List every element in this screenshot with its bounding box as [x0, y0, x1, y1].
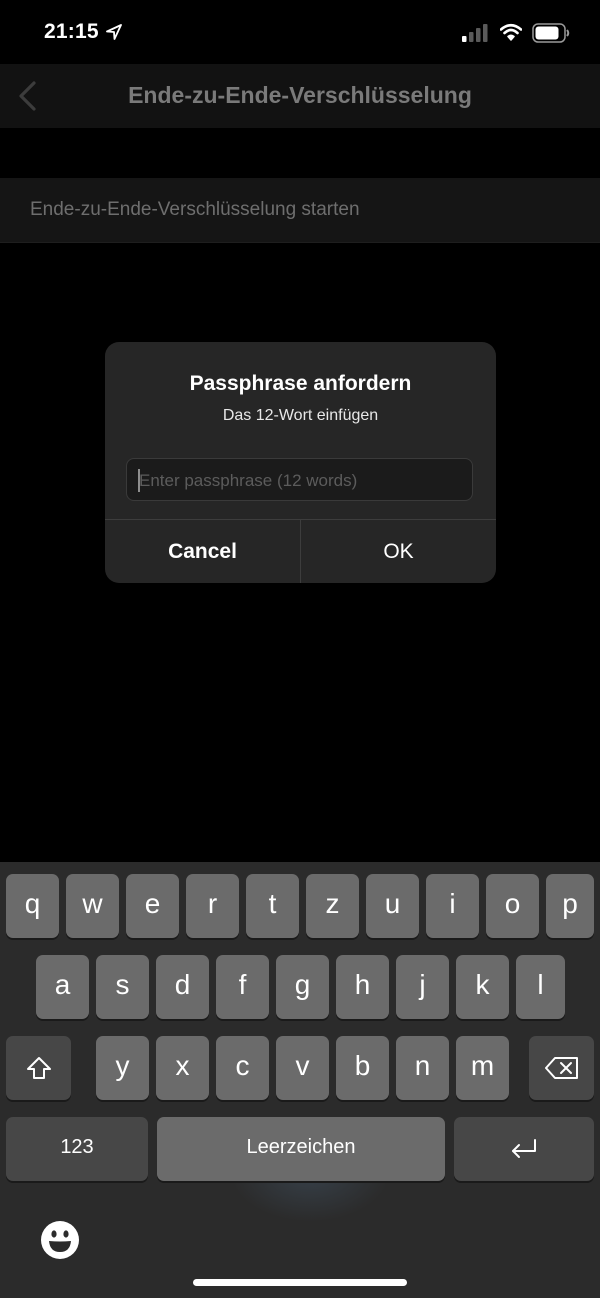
key-d[interactable]: d: [156, 955, 209, 1019]
key-r[interactable]: r: [186, 874, 239, 938]
wifi-icon: [500, 23, 522, 41]
key-b[interactable]: b: [336, 1036, 389, 1100]
key-m[interactable]: m: [456, 1036, 509, 1100]
passphrase-input[interactable]: Enter passphrase (12 words): [126, 458, 473, 501]
shift-arrow-icon: [26, 1057, 51, 1079]
cancel-button[interactable]: Cancel: [105, 520, 300, 583]
home-indicator: [193, 1279, 407, 1286]
delete-backward-icon: [544, 1057, 578, 1079]
backspace-key[interactable]: [529, 1036, 594, 1100]
key-x[interactable]: x: [156, 1036, 209, 1100]
passphrase-dialog: Passphrase anfordern Das 12-Wort einfüge…: [105, 342, 496, 583]
navigation-bar: Ende-zu-Ende-Verschlüsselung: [0, 64, 600, 128]
key-z[interactable]: z: [306, 874, 359, 938]
key-o[interactable]: o: [486, 874, 539, 938]
key-s[interactable]: s: [96, 955, 149, 1019]
numbers-key[interactable]: 123: [6, 1117, 148, 1181]
key-e[interactable]: e: [126, 874, 179, 938]
key-k[interactable]: k: [456, 955, 509, 1019]
return-key[interactable]: [454, 1117, 594, 1181]
key-c[interactable]: c: [216, 1036, 269, 1100]
ok-button[interactable]: OK: [301, 520, 496, 583]
start-encryption-item[interactable]: Ende-zu-Ende-Verschlüsselung starten: [0, 178, 600, 243]
passphrase-placeholder: Enter passphrase (12 words): [139, 471, 358, 490]
key-p[interactable]: p: [546, 874, 594, 938]
page-title: Ende-zu-Ende-Verschlüsselung: [128, 82, 472, 108]
key-q[interactable]: q: [6, 874, 59, 938]
battery-icon: [532, 23, 570, 43]
key-y[interactable]: y: [96, 1036, 149, 1100]
key-h[interactable]: h: [336, 955, 389, 1019]
key-l[interactable]: l: [516, 955, 565, 1019]
emoji-icon[interactable]: [40, 1220, 80, 1260]
keyboard: q w e r t z u i o p a s d f g h j k l y …: [0, 862, 600, 1298]
key-f[interactable]: f: [216, 955, 269, 1019]
start-encryption-label: Ende-zu-Ende-Verschlüsselung starten: [30, 199, 360, 220]
location-arrow-icon: [106, 24, 122, 40]
dialog-message: Das 12-Wort einfügen: [222, 407, 379, 424]
dialog-title: Passphrase anfordern: [189, 372, 412, 395]
status-time: 21:15: [44, 20, 99, 43]
key-a[interactable]: a: [36, 955, 89, 1019]
shift-key[interactable]: [6, 1036, 71, 1100]
key-u[interactable]: u: [366, 874, 419, 938]
cellular-signal-icon: [462, 24, 488, 42]
key-j[interactable]: j: [396, 955, 449, 1019]
key-v[interactable]: v: [276, 1036, 329, 1100]
key-t[interactable]: t: [246, 874, 299, 938]
key-n[interactable]: n: [396, 1036, 449, 1100]
key-g[interactable]: g: [276, 955, 329, 1019]
return-arrow-icon: [512, 1139, 536, 1158]
space-key[interactable]: Leerzeichen: [157, 1117, 445, 1181]
status-bar: 21:15: [0, 0, 600, 64]
key-w[interactable]: w: [66, 874, 119, 938]
key-i[interactable]: i: [426, 874, 479, 938]
